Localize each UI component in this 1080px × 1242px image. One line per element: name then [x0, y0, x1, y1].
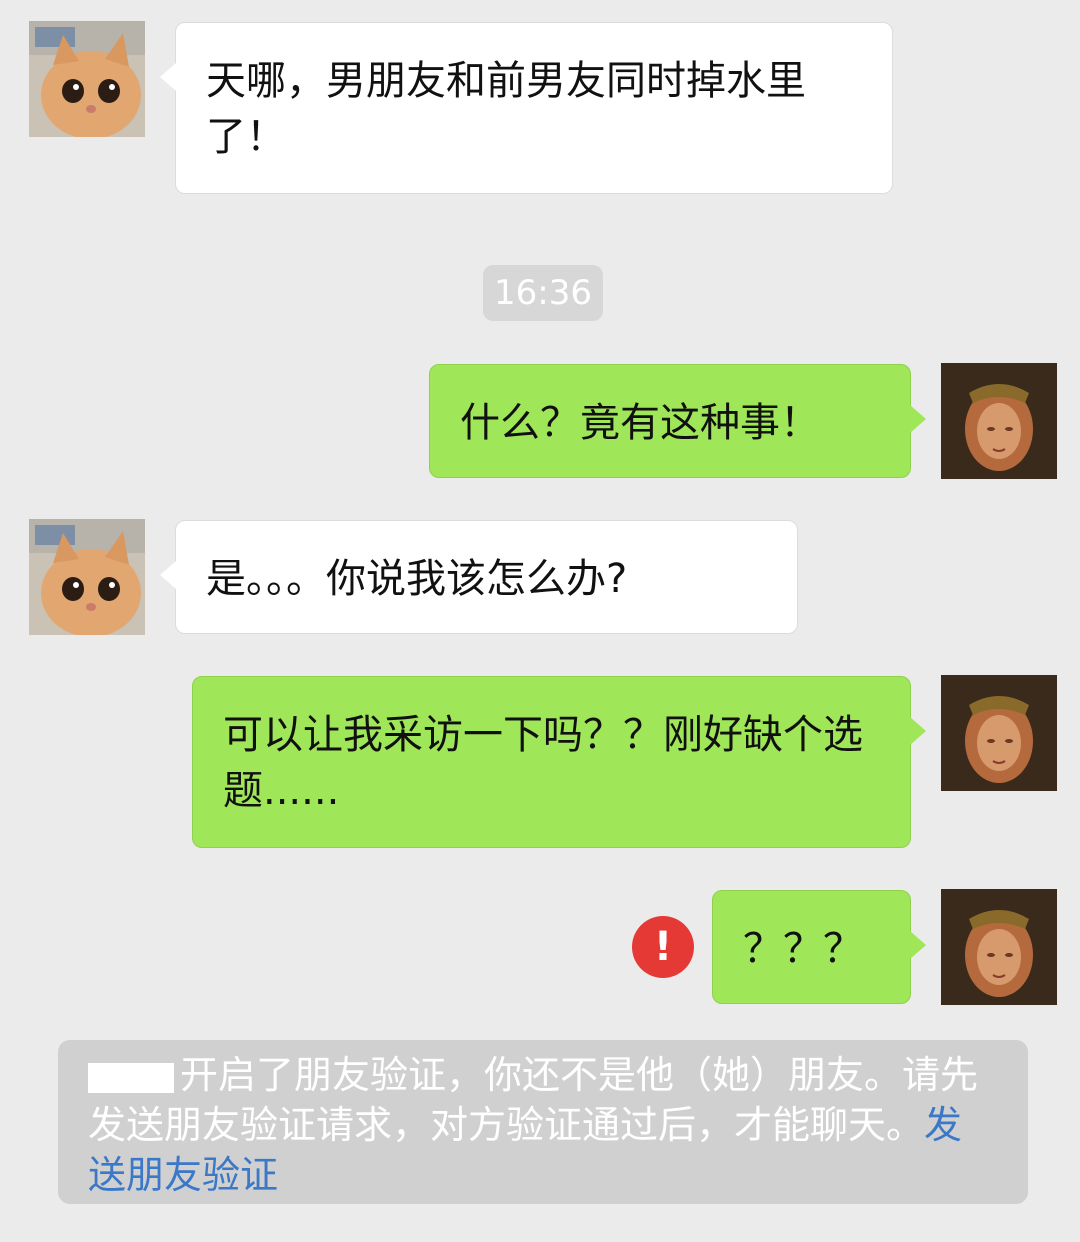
system-notice: 开启了朋友验证，你还不是他（她）朋友。请先发送朋友验证请求，对方验证通过后，才能…: [58, 1040, 1028, 1204]
message-text: 天哪，男朋友和前男友同时掉水里了！: [206, 58, 806, 160]
timestamp: 16:36: [483, 265, 603, 321]
message-text: ？？？: [743, 926, 863, 972]
chat-window: 天哪，男朋友和前男友同时掉水里了！ 16:36 什么？竟有这种事！ 是。。。你说…: [0, 0, 1080, 1242]
painting-avatar-icon: [941, 889, 1057, 1005]
message-bubble-outgoing[interactable]: 什么？竟有这种事！: [429, 364, 926, 478]
painting-avatar-icon: [941, 363, 1057, 479]
message-text: 什么？竟有这种事！: [460, 400, 820, 446]
cat-avatar-icon: [29, 21, 145, 137]
message-bubble-incoming[interactable]: 是。。。你说我该怎么办?: [160, 520, 798, 634]
contact-avatar[interactable]: [29, 519, 145, 635]
self-avatar[interactable]: [941, 889, 1057, 1005]
cat-avatar-icon: [29, 519, 145, 635]
message-text: 是。。。你说我该怎么办?: [206, 556, 628, 602]
error-icon[interactable]: !: [632, 916, 694, 978]
message-text: 可以让我采访一下吗？？刚好缺个选题......: [223, 712, 863, 814]
message-bubble-outgoing[interactable]: 可以让我采访一下吗？？刚好缺个选题......: [192, 676, 926, 848]
contact-avatar[interactable]: [29, 21, 145, 137]
self-avatar[interactable]: [941, 363, 1057, 479]
notice-text: 开启了朋友验证，你还不是他（她）朋友。请先发送朋友验证请求，对方验证通过后，才能…: [88, 1053, 979, 1147]
message-bubble-outgoing[interactable]: ？？？: [712, 890, 926, 1004]
self-avatar[interactable]: [941, 675, 1057, 791]
painting-avatar-icon: [941, 675, 1057, 791]
redacted-name: [88, 1062, 174, 1093]
message-bubble-incoming[interactable]: 天哪，男朋友和前男友同时掉水里了！: [160, 22, 893, 194]
